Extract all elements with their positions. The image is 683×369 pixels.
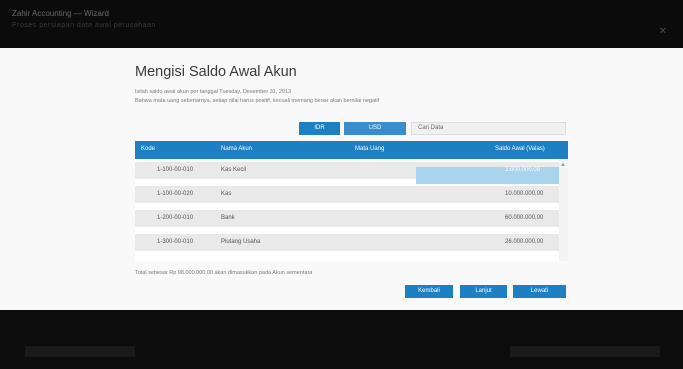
window-subtitle: Proses persiapan data awal perusahaan [12, 22, 156, 29]
cell-saldo[interactable]: 26.000.000,00 [505, 239, 543, 245]
background-app-area [0, 310, 683, 369]
cell-kode: 1-200-00-010 [157, 215, 194, 221]
background-toolbar-right [510, 346, 660, 357]
cell-nama: Kas [221, 191, 232, 197]
cell-saldo[interactable]: 60.000.000,00 [505, 215, 543, 221]
wizard-dialog: Mengisi Saldo Awal Akun Isilah saldo awa… [0, 48, 683, 310]
dialog-title: Mengisi Saldo Awal Akun [135, 64, 297, 80]
cell-nama: Kas Kecil [221, 167, 247, 173]
column-header-kode[interactable]: Kode [141, 146, 155, 152]
table-header: Kode Nama Akun Mata Uang Saldo Awal (Val… [135, 141, 568, 159]
currency-idr-button[interactable]: IDR [299, 122, 340, 135]
scroll-up-icon[interactable]: ▲ [560, 162, 566, 168]
cell-kode: 1-100-00-010 [157, 167, 194, 173]
table-scrollbar[interactable]: ▲ [559, 159, 568, 261]
column-header-nama[interactable]: Nama Akun [221, 146, 252, 152]
cell-nama: Piutang Usaha [221, 239, 261, 245]
window-header: Zahir Accounting — Wizard Proses persiap… [0, 0, 683, 48]
opening-balance-table: Kode Nama Akun Mata Uang Saldo Awal (Val… [135, 141, 568, 261]
next-button[interactable]: Lanjut [460, 285, 507, 298]
cell-saldo[interactable]: 2.000.000,00 [505, 167, 540, 173]
table-row[interactable]: 1-100-00-020 Kas 10.000.000,00 [135, 186, 559, 203]
dialog-description: Isilah saldo awal akun per tanggal Tuesd… [135, 89, 292, 95]
search-input[interactable]: Cari Data [411, 122, 566, 135]
column-header-saldo[interactable]: Saldo Awal (Valas) [495, 146, 545, 152]
column-header-mata-uang[interactable]: Mata Uang [355, 146, 384, 152]
skip-button[interactable]: Lewati [513, 285, 566, 298]
table-row[interactable]: 1-300-00-010 Piutang Usaha 26.000.000,00 [135, 234, 559, 251]
search-placeholder: Cari Data [418, 125, 444, 131]
cell-saldo[interactable]: 10.000.000,00 [505, 191, 543, 197]
close-icon[interactable]: ✕ [659, 26, 667, 37]
table-row[interactable]: 1-100-00-010 Kas Kecil 2.000.000,00 [135, 162, 559, 184]
table-row[interactable]: 1-200-00-010 Bank 60.000.000,00 [135, 210, 559, 227]
back-button[interactable]: Kembali [405, 285, 453, 298]
cell-nama: Bank [221, 215, 235, 221]
currency-usd-button[interactable]: USD [344, 122, 406, 135]
cell-kode: 1-300-00-010 [157, 239, 194, 245]
window-title: Zahir Accounting — Wizard [12, 9, 109, 18]
balance-note: Total sebesar Rp 98.000.000,00 akan dima… [135, 270, 313, 276]
cell-kode: 1-100-00-020 [157, 191, 194, 197]
background-label [25, 322, 55, 323]
dialog-hint: Bahwa mata uang sebenarnya, setiap nilai… [135, 98, 380, 104]
background-toolbar [25, 346, 135, 357]
